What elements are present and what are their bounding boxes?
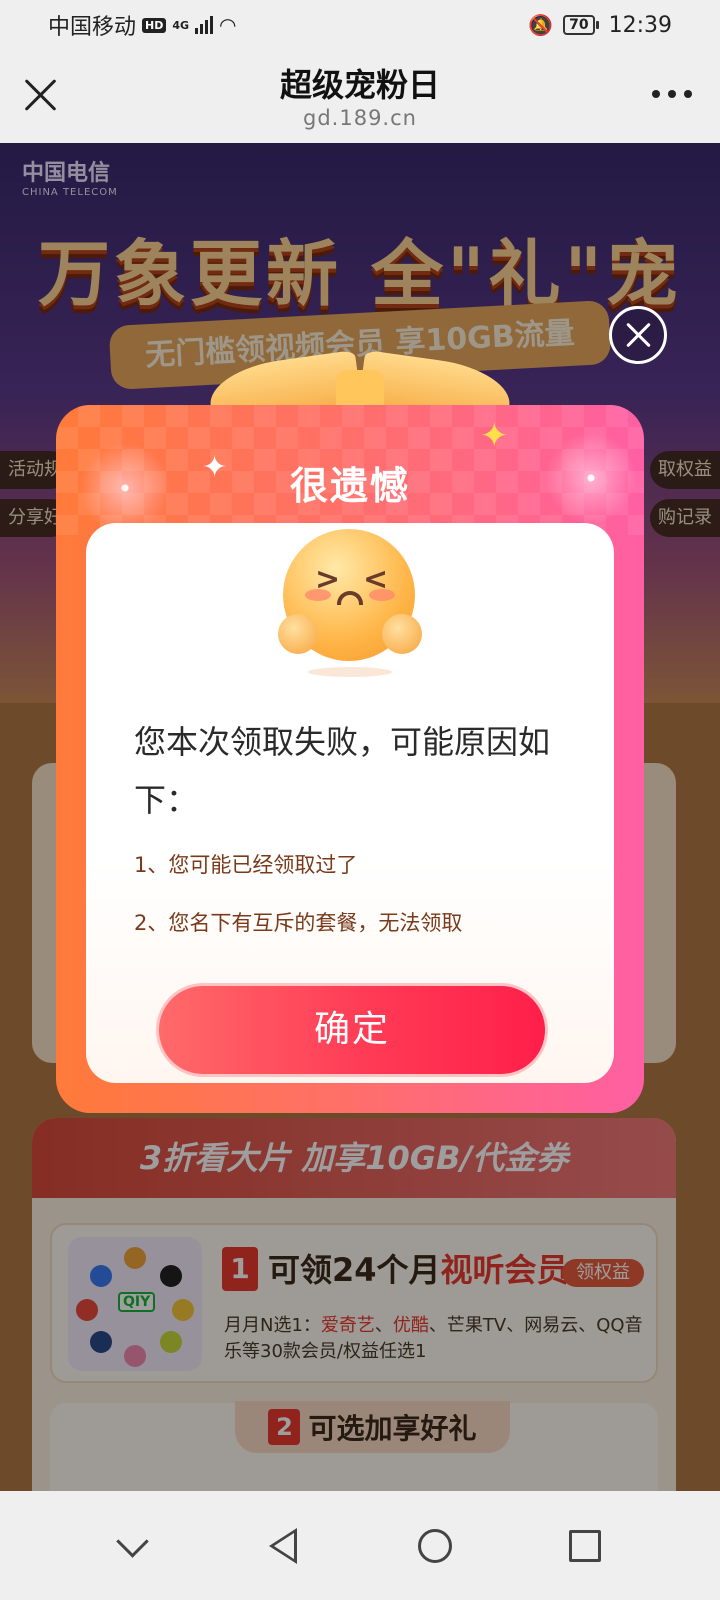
chevron-down-icon[interactable] [105,1516,165,1576]
status-right: 🔕 70 12:39 [528,13,672,38]
page-title: 超级宠粉日 [279,66,440,104]
system-nav-bar [0,1491,720,1600]
star-icon: ✦ [480,416,509,456]
wifi-icon: ◠ [219,13,237,37]
hd-badge: HD [142,17,167,33]
mute-icon: 🔕 [528,13,554,37]
page-domain: gd.189.cn [303,106,417,130]
title-bar: 超级宠粉日 gd.189.cn [0,50,720,143]
sad-face-icon: > < [278,529,422,677]
result-dialog: ✦ ✦ 很遗憾 > < 您本次领取失败，可能原因如下： 1、您可能已经领取过了 … [56,405,644,1113]
status-left: 中国移动 HD 4G ◠ [48,9,237,41]
recent-apps-icon[interactable] [555,1516,615,1576]
more-icon[interactable] [652,90,692,98]
battery-level: 70 [563,15,595,35]
signal-icon [195,16,214,34]
status-bar: 中国移动 HD 4G ◠ 🔕 70 12:39 [0,0,720,50]
battery-icon: 70 [563,15,599,35]
failure-message: 您本次领取失败，可能原因如下： [134,723,551,819]
home-icon[interactable] [405,1516,465,1576]
reason-item: 1、您可能已经领取过了 [134,853,358,877]
network-type: 4G [172,18,190,32]
close-circle-icon[interactable] [609,306,667,364]
back-icon[interactable] [255,1516,315,1576]
carrier-name: 中国移动 [48,15,137,40]
confirm-button[interactable]: 确定 [156,983,548,1077]
dialog-title: 很遗憾 [289,464,410,508]
reason-item: 2、您名下有互斥的套餐，无法领取 [134,911,463,935]
clock: 12:39 [608,12,672,38]
